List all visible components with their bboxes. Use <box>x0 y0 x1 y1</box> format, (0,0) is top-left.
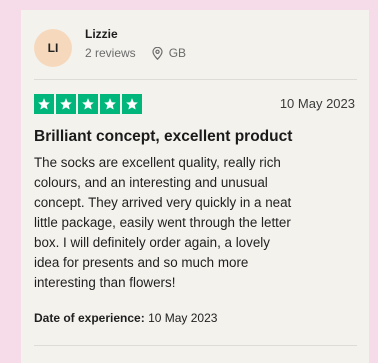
review-body-line: The socks are excellent quality, really … <box>34 155 281 170</box>
star-icon <box>34 94 54 114</box>
reviewer-header: LI Lizzie 2 reviews GB <box>34 26 186 67</box>
reviewer-info: Lizzie 2 reviews GB <box>85 26 186 60</box>
avatar[interactable]: LI <box>34 29 72 67</box>
header-divider <box>34 79 357 80</box>
reviewer-meta: 2 reviews GB <box>85 46 186 60</box>
star-icon <box>78 94 98 114</box>
review-body-line: idea for presents and so much more <box>34 255 249 270</box>
review-body-line: colours, and an interesting and unusual <box>34 175 268 190</box>
star-icon <box>56 94 76 114</box>
review-body-line: interesting than flowers! <box>34 275 176 290</box>
review-body-line: box. I will definitely order again, a lo… <box>34 235 270 250</box>
star-icon <box>100 94 120 114</box>
experience-date: 10 May 2023 <box>148 311 218 325</box>
rating-stars <box>34 94 144 114</box>
star-icon <box>122 94 142 114</box>
review-body: The socks are excellent quality, really … <box>34 153 364 293</box>
review-body-line: concept. They arrived very quickly in a … <box>34 195 292 210</box>
footer-divider <box>34 345 357 346</box>
review-title[interactable]: Brilliant concept, excellent product <box>34 128 292 146</box>
experience-label: Date of experience: <box>34 311 145 325</box>
review-card: LI Lizzie 2 reviews GB 10 May 2023 Brill… <box>21 10 369 363</box>
reviews-count: 2 reviews <box>85 46 136 60</box>
reviewer-name[interactable]: Lizzie <box>85 27 186 41</box>
date-of-experience: Date of experience: 10 May 2023 <box>34 311 217 325</box>
map-pin-icon <box>152 46 163 60</box>
reviewer-location: GB <box>168 46 187 60</box>
review-body-line: little package, easily went through the … <box>34 215 291 230</box>
review-date: 10 May 2023 <box>279 96 355 111</box>
